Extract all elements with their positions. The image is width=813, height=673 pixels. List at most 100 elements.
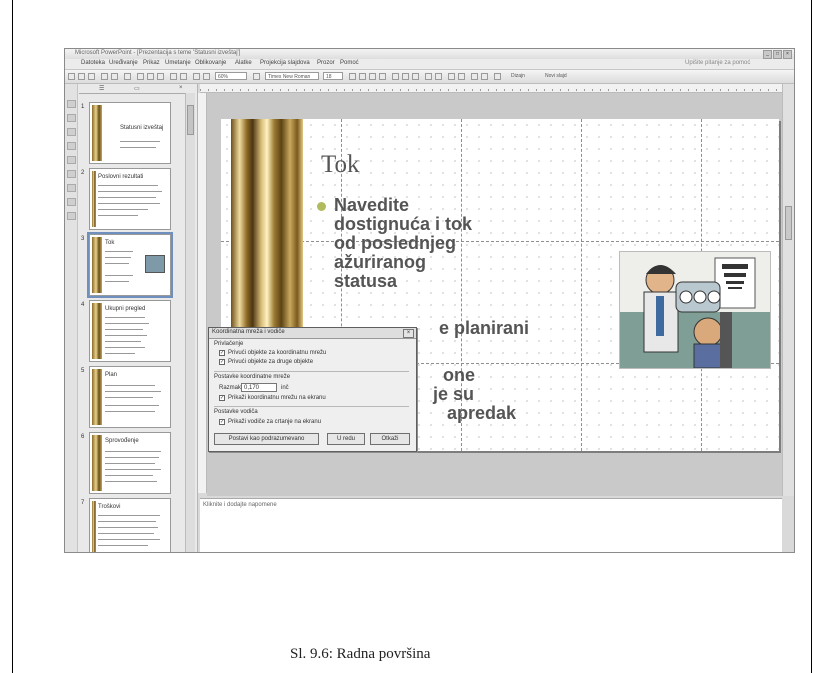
redo-icon[interactable] [180, 73, 187, 80]
rectangle-tool-icon[interactable] [67, 142, 76, 150]
menu-tools[interactable]: Alatke [235, 60, 252, 66]
show-guides-checkbox[interactable]: ✓ [219, 419, 225, 425]
decrease-font-icon[interactable] [458, 73, 465, 80]
partial-text-3: je su [433, 384, 475, 404]
thumb-title-5: Plan [105, 372, 118, 378]
thumb-number-2: 2 [81, 170, 85, 176]
chart-icon[interactable] [193, 73, 200, 80]
partial-text-4: apredak [447, 403, 517, 423]
undo-icon[interactable] [170, 73, 177, 80]
help-search-input[interactable]: Upišite pitanje za pomoć [685, 60, 750, 66]
help-icon[interactable] [253, 73, 260, 80]
show-grid-checkbox[interactable]: ✓ [219, 395, 225, 401]
indent-decrease-icon[interactable] [471, 73, 478, 80]
font-size-select[interactable]: 18 [323, 72, 343, 80]
menu-window[interactable]: Prozor [317, 60, 335, 66]
new-icon[interactable] [68, 73, 75, 80]
menu-format[interactable]: Oblikovanje [195, 60, 226, 66]
slide-title[interactable]: Tok [321, 151, 360, 179]
italic-icon[interactable] [359, 73, 366, 80]
close-button[interactable]: × [783, 50, 792, 59]
slide-thumbnail-6[interactable]: Sprovođenje [89, 432, 171, 494]
thumb-title-4: Ukupni pregled [105, 306, 146, 312]
menu-edit[interactable]: Uređivanje [109, 60, 138, 66]
thumb-number-5: 5 [81, 368, 85, 374]
slide-thumbnail-5[interactable]: Plan [89, 366, 171, 428]
thumbnails-scrollbar[interactable] [185, 93, 195, 552]
numbering-icon[interactable] [425, 73, 432, 80]
slide-thumbnail-7[interactable]: Troškovi [89, 498, 171, 552]
increase-font-icon[interactable] [448, 73, 455, 80]
indent-increase-icon[interactable] [481, 73, 488, 80]
menu-insert[interactable]: Umetanje [165, 60, 191, 66]
thumb-title-6: Sprovođenje [105, 438, 139, 444]
bullet-icon [317, 202, 326, 211]
clipart-tool-icon[interactable] [67, 198, 76, 206]
snap-objects-label: Privući objekte za druge objekte [228, 359, 314, 365]
snap-grid-checkbox[interactable]: ✓ [219, 350, 225, 356]
outline-tab-icon[interactable]: ☰ [99, 85, 104, 92]
partial-text-2: one [443, 365, 476, 385]
design-button[interactable]: Dizajn [509, 72, 541, 80]
cut-icon[interactable] [137, 73, 144, 80]
maximize-button[interactable]: □ [773, 50, 782, 59]
thumb-number-6: 6 [81, 434, 85, 440]
align-left-icon[interactable] [392, 73, 399, 80]
grid-heading: Postavke koordinatne mreže [214, 374, 291, 380]
menu-help[interactable]: Pomoć [340, 60, 359, 66]
minimize-button[interactable]: _ [763, 50, 772, 59]
slide-thumbnail-2[interactable]: Poslovni rezultati [89, 168, 171, 230]
table-icon[interactable] [203, 73, 210, 80]
spacing-unit: inč [281, 385, 289, 391]
shadow-icon[interactable] [379, 73, 386, 80]
dialog-close-icon[interactable]: × [403, 329, 414, 338]
slide-bullet-text[interactable]: Navedite dostignuća i tok od poslednjeg … [334, 196, 534, 291]
ok-button[interactable]: U redu [327, 433, 365, 445]
slide-thumbnail-3[interactable]: Tok [87, 232, 173, 298]
partial-text-1: e planirani [439, 318, 530, 338]
print-icon[interactable] [101, 73, 108, 80]
open-icon[interactable] [78, 73, 85, 80]
thumb-number-7: 7 [81, 500, 85, 506]
save-icon[interactable] [88, 73, 95, 80]
textbox-tool-icon[interactable] [67, 170, 76, 178]
cancel-button[interactable]: Otkaži [370, 433, 410, 445]
paste-icon[interactable] [157, 73, 164, 80]
arrow-tool-icon[interactable] [67, 128, 76, 136]
align-right-icon[interactable] [412, 73, 419, 80]
snap-grid-label: Privući objekte za koordinatnu mrežu [228, 350, 327, 356]
slide-thumbnail-4[interactable]: Ukupni pregled [89, 300, 171, 362]
picture-tool-icon[interactable] [67, 212, 76, 220]
spacing-select[interactable]: 0,170 [241, 383, 277, 392]
horizontal-ruler [200, 84, 782, 93]
line-tool-icon[interactable] [67, 114, 76, 122]
oval-tool-icon[interactable] [67, 156, 76, 164]
thumb-title-3: Tok [105, 240, 115, 246]
slide-thumbnail-1[interactable]: Statusni izveštaj [89, 102, 171, 164]
thumb-title-1: Statusni izveštaj [120, 125, 164, 131]
bold-icon[interactable] [349, 73, 356, 80]
snap-heading: Privlačenje [214, 341, 244, 347]
copy-icon[interactable] [147, 73, 154, 80]
preview-icon[interactable] [111, 73, 118, 80]
underline-icon[interactable] [369, 73, 376, 80]
slides-tab-icon[interactable]: ▭ [134, 85, 140, 92]
new-slide-button[interactable]: Novi slajd [543, 72, 583, 80]
panel-close-icon[interactable]: × [179, 85, 183, 91]
bullets-icon[interactable] [435, 73, 442, 80]
menu-view[interactable]: Prikaz [143, 60, 160, 66]
snap-objects-checkbox[interactable]: ✓ [219, 359, 225, 365]
select-tool-icon[interactable] [67, 100, 76, 108]
spelling-icon[interactable] [124, 73, 131, 80]
canvas-scrollbar[interactable] [782, 84, 794, 496]
font-select[interactable]: Times New Roman [265, 72, 319, 80]
wordart-tool-icon[interactable] [67, 184, 76, 192]
font-color-icon[interactable] [494, 73, 501, 80]
zoom-select[interactable]: 60% [215, 72, 247, 80]
menu-file[interactable]: Datoteka [81, 60, 105, 66]
set-default-button[interactable]: Postavi kao podrazumevano [214, 433, 319, 445]
menu-slideshow[interactable]: Projekcija slajdova [260, 60, 310, 66]
notes-pane[interactable]: Kliknite i dodajte napomene [200, 498, 782, 552]
clipart-eye-exam-image[interactable] [619, 251, 771, 369]
align-center-icon[interactable] [402, 73, 409, 80]
